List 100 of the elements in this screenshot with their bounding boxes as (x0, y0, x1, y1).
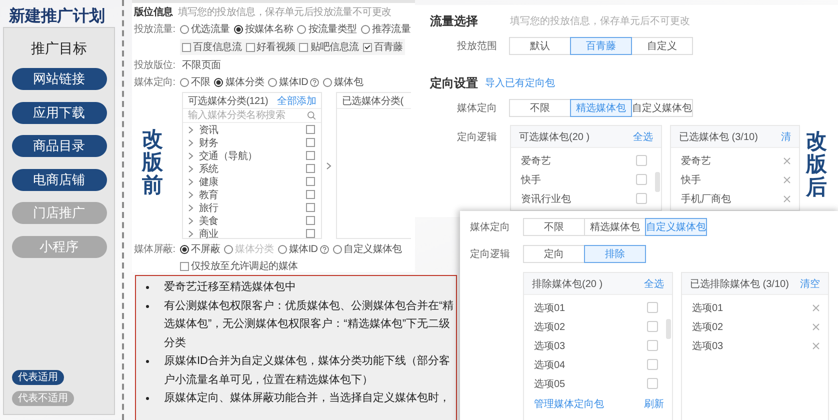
close-icon (812, 342, 820, 350)
list-item[interactable]: 爱奇艺 (511, 151, 655, 170)
checkbox[interactable] (306, 203, 315, 212)
checkbox[interactable] (306, 190, 315, 199)
list-item[interactable]: 手机厂商包 (671, 189, 799, 208)
category-item[interactable]: 旅行 (183, 201, 321, 214)
radio-button[interactable] (332, 244, 342, 254)
field-label: 定向逻辑 (457, 130, 498, 144)
radio-button[interactable] (214, 78, 224, 86)
list-item[interactable]: 资讯行业包 (511, 189, 655, 208)
segment-button[interactable]: 自定义 (631, 37, 693, 55)
page-title: 新建推广计划 (8, 6, 106, 27)
checkbox-option[interactable]: 贴吧信息流 (299, 40, 359, 54)
list-item[interactable]: 选项04 (524, 355, 666, 374)
list-item[interactable]: 选项02 (524, 317, 666, 336)
checkbox[interactable] (306, 216, 315, 225)
goal-pill: 网站链接 (12, 68, 106, 90)
list-item[interactable]: 快手 (511, 170, 655, 189)
checkbox[interactable] (636, 174, 647, 185)
field-value: 不限页面 (182, 59, 221, 72)
category-item[interactable]: 教育 (183, 188, 321, 201)
list-item[interactable]: 选项05 (524, 374, 666, 393)
checkbox[interactable] (306, 125, 315, 134)
category-item[interactable]: 商业 (183, 227, 321, 240)
radio-option[interactable]: 不屏蔽 (180, 242, 220, 256)
scrollbar-thumb[interactable] (655, 172, 660, 192)
category-item[interactable]: 美食 (183, 214, 321, 227)
checkbox[interactable] (306, 229, 315, 238)
category-item[interactable]: 健康 (183, 175, 321, 188)
checkbox[interactable] (306, 151, 315, 160)
segment-button[interactable]: 精选媒体包 (584, 218, 646, 236)
scrollbar-thumb[interactable] (666, 319, 671, 339)
radio-option[interactable]: 自定义媒体包 (332, 242, 402, 256)
checkbox[interactable] (647, 321, 658, 332)
checkbox[interactable] (636, 155, 647, 166)
checkbox[interactable] (306, 164, 315, 173)
list-item[interactable]: 快手 (671, 170, 799, 189)
radio-option[interactable]: 不限 (180, 75, 210, 89)
checkbox[interactable] (362, 42, 372, 52)
segment-button[interactable]: 定向 (523, 245, 585, 263)
radio-button[interactable] (360, 24, 370, 34)
category-item[interactable]: 资讯 (183, 123, 321, 136)
section-title: 流量选择 (430, 12, 479, 30)
list-item[interactable]: 爱奇艺 (671, 151, 799, 170)
field-label: 定向逻辑 (470, 248, 511, 261)
add-all-link[interactable]: 全部添加 (277, 94, 316, 108)
list-item[interactable]: 选项01 (524, 298, 666, 317)
list-item[interactable]: 选项03 (682, 336, 828, 355)
radio-option[interactable]: 媒体ID (278, 242, 329, 256)
checkbox-option[interactable]: 百度信息流 (182, 40, 242, 54)
checkbox[interactable] (647, 359, 658, 370)
radio-option[interactable]: 媒体分类 (214, 75, 264, 89)
segment-button[interactable]: 默认 (509, 37, 571, 55)
checkbox[interactable] (647, 378, 658, 389)
help-icon (320, 244, 329, 254)
radio-option[interactable]: 按媒体名称 (234, 22, 294, 36)
segment-button[interactable]: 自定义媒体包 (631, 99, 693, 117)
checkbox-option[interactable]: 百青藤 (362, 40, 403, 54)
checkbox[interactable] (306, 138, 315, 147)
radio-button[interactable] (180, 78, 189, 86)
category-item[interactable]: 财务 (183, 136, 321, 149)
checkbox-option[interactable]: 好看视频 (246, 40, 296, 54)
refresh-link[interactable]: 刷新 (644, 397, 664, 411)
checkbox-option[interactable]: 仅投放至允许调起的媒体 (180, 259, 298, 273)
segment-button[interactable]: 不限 (509, 99, 571, 117)
checkbox[interactable] (647, 340, 658, 351)
goal-pill: 小程序 (12, 236, 106, 258)
checkbox[interactable] (246, 42, 255, 52)
radio-option[interactable]: 优选流量 (180, 22, 230, 36)
category-item[interactable]: 系统 (183, 162, 321, 175)
checkbox[interactable] (306, 177, 315, 186)
checkbox[interactable] (299, 42, 308, 52)
category-item[interactable]: 交通（导航） (183, 149, 321, 162)
radio-option[interactable]: 媒体包 (323, 75, 364, 89)
radio-option[interactable]: 推荐流量 (360, 22, 411, 36)
checkbox[interactable] (180, 262, 189, 270)
checkbox[interactable] (647, 302, 658, 313)
checkbox[interactable] (182, 42, 191, 52)
list-item[interactable]: 选项02 (682, 317, 828, 336)
radio-option[interactable]: 媒体ID (268, 75, 320, 89)
legend-badge: 代表适用 (12, 370, 64, 385)
search-field[interactable]: 输入媒体分类名称搜索 (183, 109, 321, 123)
list-item[interactable]: 选项01 (682, 298, 828, 317)
section-hint: 填写您的投放信息，保存单元后投放流量不可更改 (178, 6, 392, 19)
goal-pill: 应用下载 (12, 102, 106, 124)
segment-button[interactable]: 不限 (523, 218, 585, 236)
radio-button[interactable] (278, 244, 287, 254)
field-label: 媒体定向: (134, 76, 176, 89)
radio-button[interactable] (323, 78, 332, 86)
legend-badge: 代表不适用 (12, 391, 74, 406)
radio-button[interactable] (180, 24, 189, 34)
checkbox[interactable] (636, 193, 647, 204)
radio-button[interactable] (234, 24, 243, 34)
close-icon (812, 322, 820, 330)
radio-option[interactable]: 按流量类型 (297, 22, 357, 36)
radio-button[interactable] (268, 78, 278, 86)
radio-button[interactable] (297, 24, 306, 34)
radio-button[interactable] (180, 244, 189, 254)
list-item[interactable]: 选项03 (524, 336, 666, 355)
note-text: 原媒体定向、媒体屏蔽功能合并，当选择自定义媒体包时， (164, 390, 451, 406)
